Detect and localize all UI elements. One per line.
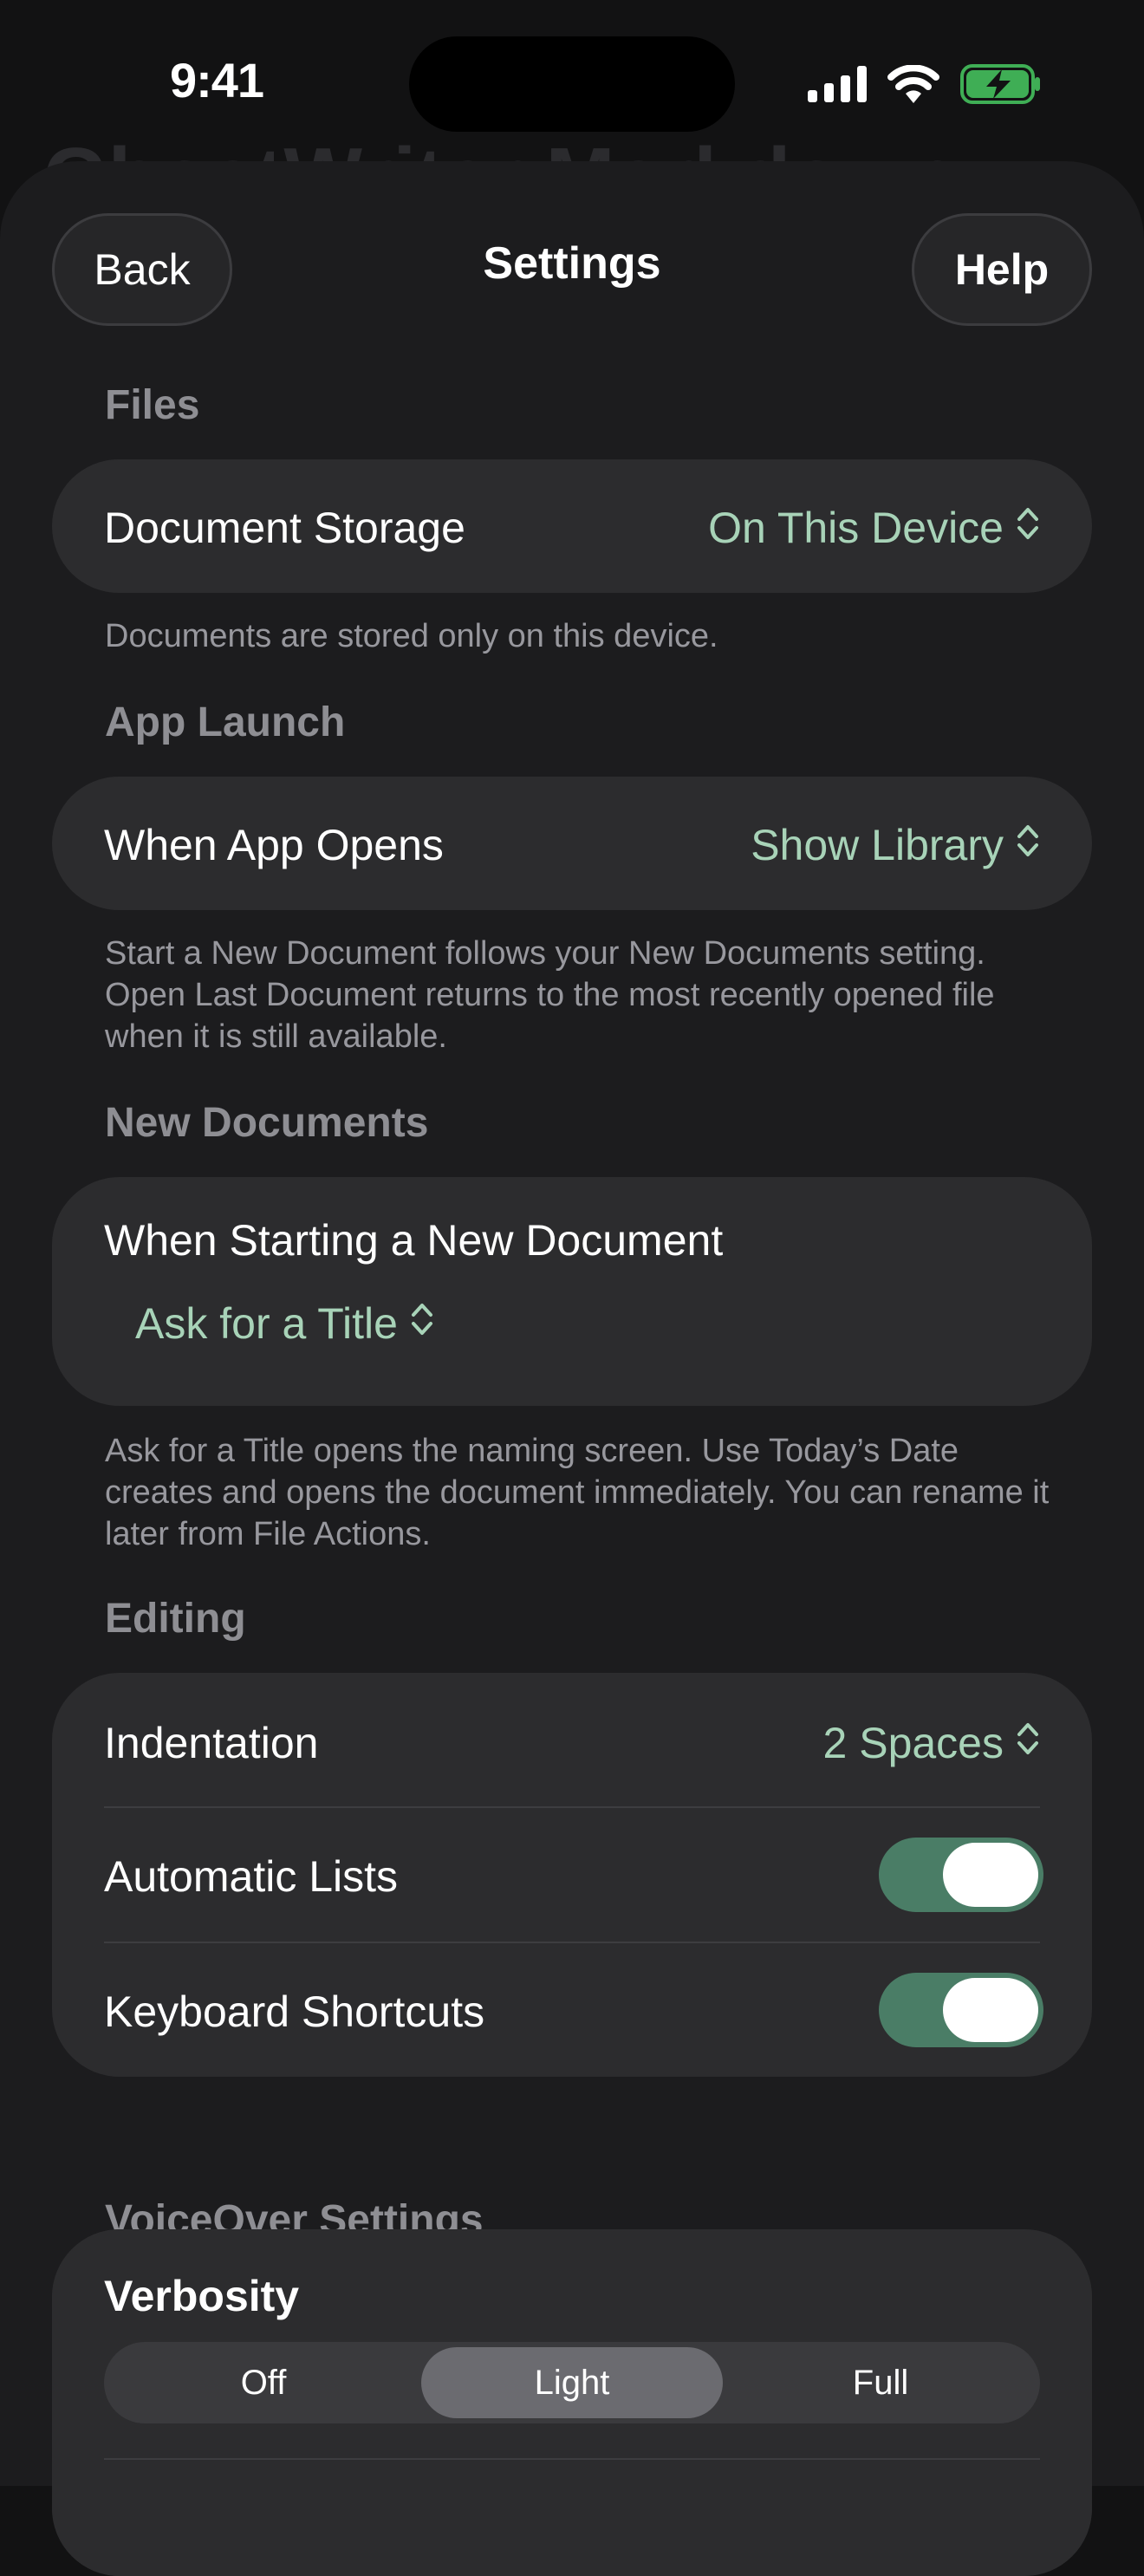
section-header-app-launch: App Launch	[105, 699, 346, 745]
section-header-new-documents: New Documents	[105, 1100, 429, 1146]
row-divider	[104, 1942, 1040, 1943]
status-time: 9:41	[169, 53, 264, 107]
page-title: Settings	[483, 238, 661, 289]
back-button[interactable]: Back	[52, 213, 232, 326]
indentation-picker[interactable]: 2 Spaces	[823, 1718, 1040, 1768]
verbosity-label: Verbosity	[104, 2272, 300, 2320]
settings-sheet: Back Settings Help Files Document Storag…	[0, 161, 1144, 2576]
document-storage-value: On This Device	[708, 504, 1004, 552]
wifi-icon	[887, 65, 939, 103]
app-launch-footnote: Start a New Document follows your New Do…	[105, 935, 995, 1055]
editing-card: Indentation 2 Spaces Automatic Lists Key…	[52, 1673, 1092, 2077]
new-document-row: When Starting a New Document Ask for a T…	[52, 1177, 1092, 1406]
indentation-value: 2 Spaces	[822, 1719, 1004, 1767]
keyboard-shortcuts-toggle[interactable]	[879, 1973, 1043, 2047]
status-icons	[808, 61, 1042, 107]
automatic-lists-toggle[interactable]	[879, 1838, 1043, 1912]
new-documents-footnote: Ask for a Title opens the naming screen.…	[105, 1433, 1050, 1552]
section-header-editing: Editing	[105, 1596, 246, 1642]
when-app-opens-row[interactable]: When App Opens Show Library	[52, 777, 1092, 910]
toggle-knob	[943, 1843, 1038, 1907]
keyboard-shortcuts-label: Keyboard Shortcuts	[104, 1987, 485, 2036]
cellular-signal-icon	[808, 66, 867, 102]
status-bar: 9:41	[0, 0, 1144, 156]
new-document-picker[interactable]: Ask for a Title	[135, 1298, 434, 1349]
verbosity-option-off[interactable]: Off	[113, 2347, 414, 2418]
document-storage-label: Document Storage	[104, 504, 465, 552]
when-app-opens-picker[interactable]: Show Library	[751, 820, 1040, 870]
new-document-value: Ask for a Title	[135, 1299, 398, 1348]
indentation-label: Indentation	[104, 1719, 319, 1767]
verbosity-option-light[interactable]: Light	[421, 2347, 723, 2418]
chevron-up-down-icon	[410, 1298, 434, 1349]
section-header-files: Files	[105, 382, 200, 428]
chevron-up-down-icon	[1016, 1718, 1040, 1768]
chevron-up-down-icon	[1016, 820, 1040, 870]
row-divider	[104, 2458, 1040, 2460]
automatic-lists-label: Automatic Lists	[104, 1852, 399, 1901]
new-document-label: When Starting a New Document	[104, 1216, 724, 1265]
voiceover-card-body: Verbosity Off Light Full	[52, 2229, 1092, 2576]
help-button[interactable]: Help	[912, 213, 1092, 326]
dynamic-island	[409, 36, 735, 132]
files-footnote: Documents are stored only on this device…	[105, 618, 718, 654]
when-app-opens-value: Show Library	[751, 821, 1004, 869]
toggle-knob	[943, 1978, 1038, 2042]
verbosity-option-full[interactable]: Full	[730, 2347, 1031, 2418]
battery-charging-icon	[960, 64, 1042, 104]
when-app-opens-label: When App Opens	[104, 821, 444, 869]
document-storage-picker[interactable]: On This Device	[708, 503, 1040, 553]
verbosity-segmented-control: Off Light Full	[104, 2342, 1040, 2423]
chevron-up-down-icon	[1016, 503, 1040, 553]
document-storage-row[interactable]: Document Storage On This Device	[52, 459, 1092, 593]
row-divider	[104, 1806, 1040, 1808]
